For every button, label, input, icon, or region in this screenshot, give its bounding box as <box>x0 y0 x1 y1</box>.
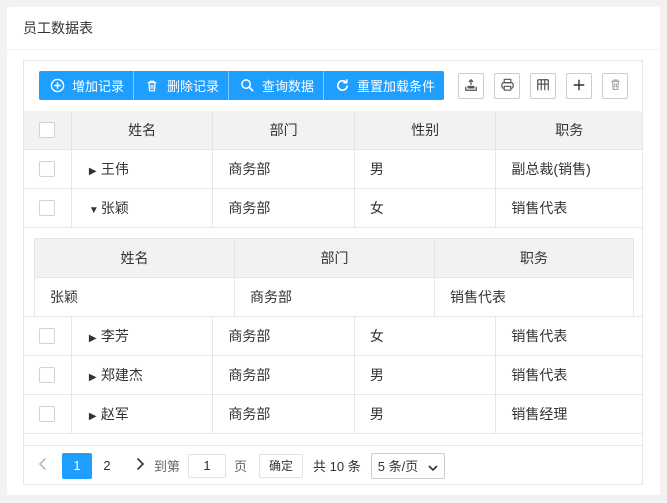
row-title: 销售代表 <box>495 355 642 395</box>
total-count: 共 10 条 <box>313 459 361 474</box>
header-name[interactable]: 姓名 <box>71 111 214 150</box>
table-tools <box>458 73 638 99</box>
row-gender: 女 <box>354 316 497 356</box>
row-checkbox[interactable] <box>39 200 56 216</box>
goto-page-input[interactable]: 1 <box>188 453 227 478</box>
delete-record-label: 删除记录 <box>167 79 220 94</box>
next-page-button[interactable] <box>128 457 152 474</box>
reset-conditions-label: 重置加载条件 <box>357 79 436 94</box>
row-name: 赵军 <box>100 406 129 422</box>
goto-label: 到第 <box>154 459 181 474</box>
sub-cell-name: 张颖 <box>34 277 235 317</box>
row-name: 郑建杰 <box>100 367 143 383</box>
sub-header-title: 职务 <box>434 238 634 278</box>
data-table-container: 增加记录 删除记录 查询数据 重置加载条件 姓名 部门 性别 职务 ▶ 王伟 商… <box>23 60 643 485</box>
select-all-checkbox[interactable] <box>39 122 56 138</box>
reset-conditions-button[interactable]: 重置加载条件 <box>324 71 445 100</box>
expand-caret-icon[interactable]: ▶ <box>89 372 101 383</box>
sub-cell-dept: 商务部 <box>234 277 435 317</box>
table-row: ▼ 张颖 商务部 女 销售代表 <box>24 188 642 228</box>
header-gender[interactable]: 性别 <box>354 111 497 150</box>
row-dept: 商务部 <box>212 149 355 189</box>
row-title: 副总裁(销售) <box>495 149 642 189</box>
detail-subtable: 姓名 部门 职务 张颖 商务部 销售代表 <box>34 238 634 317</box>
sub-header-name: 姓名 <box>34 238 235 278</box>
query-data-label: 查询数据 <box>262 79 315 94</box>
header-title[interactable]: 职务 <box>495 111 642 150</box>
row-title: 销售经理 <box>495 394 642 434</box>
page-size-select[interactable]: 5 条/页 <box>370 452 445 479</box>
expand-caret-icon[interactable]: ▶ <box>89 411 101 422</box>
collapse-caret-icon[interactable]: ▼ <box>89 205 101 216</box>
refresh-icon <box>334 78 350 94</box>
table-row: ▶ 郑建杰 商务部 男 销售代表 <box>24 355 642 395</box>
row-checkbox[interactable] <box>39 328 56 344</box>
plus-icon <box>572 78 586 95</box>
row-name: 张颖 <box>100 200 129 216</box>
pagination: 1 2 到第 1 页 确定 共 10 条 5 条/页 <box>24 445 642 485</box>
plus-circle-icon <box>49 78 65 94</box>
export-icon <box>464 78 478 95</box>
action-button-group: 增加记录 删除记录 查询数据 重置加载条件 <box>39 71 445 100</box>
add-record-label: 增加记录 <box>72 79 125 94</box>
row-name: 王伟 <box>100 161 129 177</box>
delete-icon <box>609 78 622 94</box>
chevron-left-icon <box>38 457 47 474</box>
row-dept: 商务部 <box>212 394 355 434</box>
row-name: 李芳 <box>100 328 129 344</box>
goto-confirm-button[interactable]: 确定 <box>259 453 304 478</box>
trash-icon <box>144 78 160 94</box>
table-row: ▶ 李芳 商务部 女 销售代表 <box>24 316 642 356</box>
chevron-down-icon <box>428 461 438 476</box>
subtable-header-row: 姓名 部门 职务 <box>34 238 634 278</box>
row-title: 销售代表 <box>495 316 642 356</box>
columns-button[interactable] <box>530 73 556 99</box>
header-dept[interactable]: 部门 <box>212 111 355 150</box>
page-1-button[interactable]: 1 <box>62 452 92 479</box>
delete-button[interactable] <box>602 73 628 99</box>
export-button[interactable] <box>458 73 484 99</box>
delete-record-button[interactable]: 删除记录 <box>134 71 230 100</box>
page-size-value: 5 条/页 <box>377 459 419 474</box>
columns-icon <box>536 78 550 95</box>
table-row: ▶ 王伟 商务部 男 副总裁(销售) <box>24 149 642 189</box>
panel-title: 员工数据表 <box>7 7 660 50</box>
expand-caret-icon[interactable]: ▶ <box>89 166 101 177</box>
prev-page-button[interactable] <box>30 457 54 474</box>
row-checkbox[interactable] <box>39 406 56 422</box>
page-2-button[interactable]: 2 <box>92 453 122 479</box>
table-row: ▶ 赵军 商务部 男 销售经理 <box>24 394 642 434</box>
sub-cell-title: 销售代表 <box>450 289 506 305</box>
subtable-row: 张颖 商务部 销售代表 <box>34 277 634 317</box>
expand-caret-icon[interactable]: ▶ <box>89 333 101 344</box>
query-data-button[interactable]: 查询数据 <box>229 71 325 100</box>
expanded-detail-row: 姓名 部门 职务 张颖 商务部 销售代表 <box>24 227 642 317</box>
add-button[interactable] <box>566 73 592 99</box>
select-all-cell <box>24 111 72 150</box>
row-gender: 女 <box>354 188 497 228</box>
print-button[interactable] <box>494 73 520 99</box>
employee-table: 姓名 部门 性别 职务 ▶ 王伟 商务部 男 副总裁(销售) ▼ 张颖 商务部 女 … <box>24 111 642 434</box>
search-icon <box>239 78 255 94</box>
row-dept: 商务部 <box>212 316 355 356</box>
row-gender: 男 <box>354 394 497 434</box>
row-dept: 商务部 <box>212 355 355 395</box>
sub-header-dept: 部门 <box>234 238 435 278</box>
row-title: 销售代表 <box>495 188 642 228</box>
print-icon <box>500 77 515 95</box>
row-dept: 商务部 <box>212 188 355 228</box>
add-record-button[interactable]: 增加记录 <box>39 71 135 100</box>
page-unit-label: 页 <box>234 459 248 474</box>
chevron-right-icon <box>136 457 145 474</box>
table-toolbar: 增加记录 删除记录 查询数据 重置加载条件 <box>24 61 642 112</box>
row-gender: 男 <box>354 355 497 395</box>
table-header-row: 姓名 部门 性别 职务 <box>24 111 642 150</box>
row-checkbox[interactable] <box>39 161 56 177</box>
row-gender: 男 <box>354 149 497 189</box>
row-checkbox[interactable] <box>39 367 56 383</box>
employee-panel: 员工数据表 增加记录 删除记录 查询数据 重置加载条件 姓名 部门 性别 职务 … <box>7 7 660 495</box>
